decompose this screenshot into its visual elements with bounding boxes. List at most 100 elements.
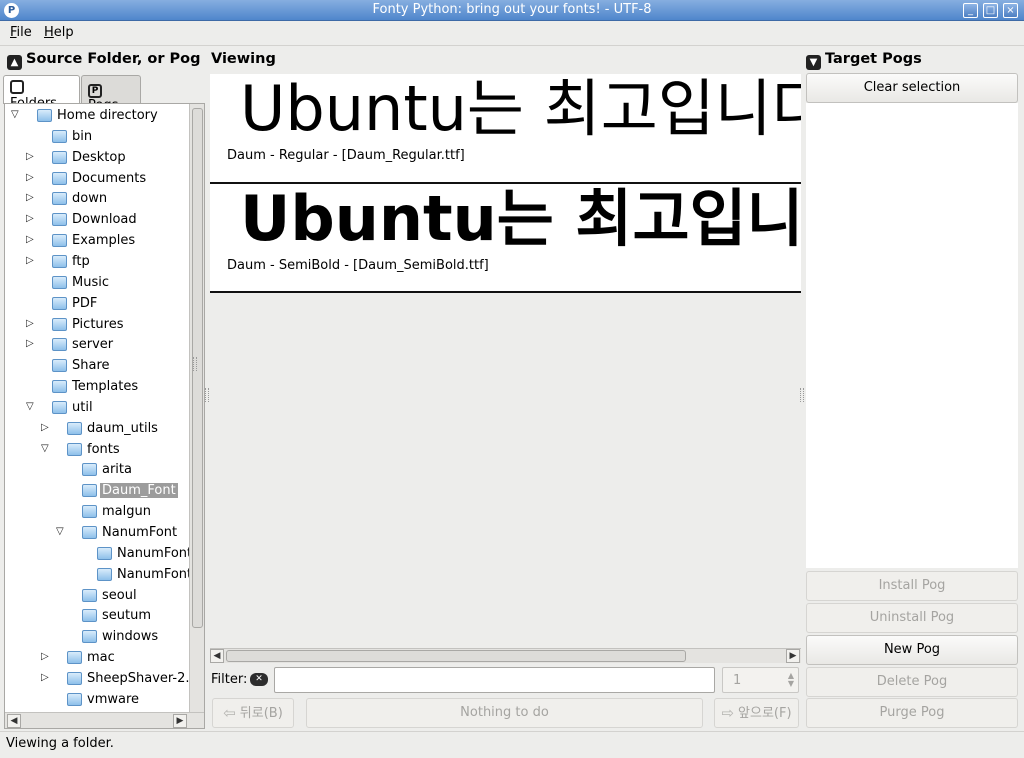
expanded-triangle-icon[interactable]: ▽: [56, 527, 66, 537]
collapsed-triangle-icon[interactable]: ▷: [26, 193, 36, 203]
tree-row[interactable]: ▷ Documents: [5, 169, 189, 189]
back-button[interactable]: ⇦ 뒤로(B): [212, 698, 294, 728]
collapsed-triangle-icon[interactable]: ▷: [41, 422, 51, 433]
page-spinner[interactable]: 1 ▲ ▼: [722, 667, 799, 693]
tree-item-label: NanumFont: [117, 566, 193, 582]
tree-row[interactable]: ▷ mac: [5, 648, 189, 668]
filter-label: Filter:: [211, 672, 248, 687]
folder-icon: [67, 651, 82, 665]
folder-icon: [67, 442, 82, 456]
tree-vertical-scrollbar[interactable]: [189, 104, 204, 712]
folder-icon: [82, 609, 97, 623]
tree-item-label: daum_utils: [87, 420, 158, 436]
tree-row[interactable]: windows: [5, 627, 189, 647]
tree-row[interactable]: ▷ daum_utils: [5, 419, 189, 439]
install-pog-button[interactable]: Install Pog: [806, 571, 1018, 601]
tree-row[interactable]: NanumFont: [5, 565, 192, 585]
tree-row[interactable]: bin: [5, 127, 189, 147]
menu-help[interactable]: Help: [44, 25, 74, 40]
status-button[interactable]: Nothing to do: [306, 698, 703, 728]
tree-row[interactable]: ▷ server: [5, 335, 189, 355]
tree-row[interactable]: seutum: [5, 606, 189, 626]
folder-icon: [97, 546, 112, 560]
pane-grip-icon[interactable]: [800, 388, 804, 402]
collapsed-triangle-icon[interactable]: ▷: [26, 214, 36, 224]
view-horizontal-scrollbar[interactable]: ◀ ▶: [210, 648, 801, 663]
collapsed-triangle-icon[interactable]: ▷: [26, 255, 36, 266]
font-view-area[interactable]: Ubuntu는 최고입니다 Daum - Regular - [Daum_Reg…: [210, 74, 801, 648]
scroll-right-icon[interactable]: ▶: [173, 714, 187, 728]
folder-tree[interactable]: ▽ Home directory bin ▷ Desktop ▷ Documents ▷ dow…: [4, 103, 205, 729]
collapsed-triangle-icon[interactable]: ▷: [41, 672, 51, 683]
target-pogs-list[interactable]: [806, 103, 1018, 568]
spin-arrows-icon[interactable]: ▲ ▼: [788, 672, 794, 688]
tree-row[interactable]: ▷ Download: [5, 210, 189, 230]
tree-item-label: NanumFont: [102, 525, 178, 540]
tree-row[interactable]: arita: [5, 460, 189, 480]
viewing-heading: Viewing: [211, 51, 276, 67]
view-horizontal-thumb[interactable]: [226, 650, 686, 662]
tree-row[interactable]: Music: [5, 273, 189, 293]
tree-row[interactable]: ▷ SheepShaver-2.3: [5, 669, 198, 689]
collapsed-triangle-icon[interactable]: ▷: [26, 339, 36, 349]
tree-row[interactable]: Daum_Font: [5, 481, 189, 501]
clear-selection-button[interactable]: Clear selection: [806, 73, 1018, 103]
expanded-triangle-icon[interactable]: ▽: [26, 401, 36, 412]
collapsed-triangle-icon[interactable]: ▷: [26, 318, 36, 329]
tree-row[interactable]: ▽ fonts: [5, 440, 189, 460]
font-name-label: Daum - Regular - [Daum_Regular.ttf]: [227, 148, 465, 163]
purge-pog-button[interactable]: Purge Pog: [806, 698, 1018, 728]
tree-row[interactable]: malgun: [5, 502, 189, 522]
menu-file[interactable]: File: [10, 25, 32, 40]
folder-icon: [52, 338, 67, 352]
tree-row[interactable]: Templates: [5, 377, 189, 397]
forward-button[interactable]: ⇨ 앞으로(F): [714, 698, 799, 728]
expanded-triangle-icon[interactable]: ▽: [41, 443, 51, 454]
tree-row[interactable]: ▽ NanumFont: [5, 523, 189, 543]
tree-item-label: NanumFont: [117, 545, 193, 561]
minimize-icon[interactable]: _: [963, 3, 978, 18]
folder-icon: [52, 275, 67, 289]
clear-filter-icon[interactable]: ✕: [250, 673, 268, 686]
folder-icon: [52, 296, 67, 310]
tree-item-label: Pictures: [72, 316, 124, 332]
tree-row[interactable]: ▽ Home directory: [5, 106, 189, 126]
delete-pog-button[interactable]: Delete Pog: [806, 667, 1018, 697]
pane-grip-icon[interactable]: [205, 388, 209, 402]
tree-item-label: PDF: [72, 295, 98, 311]
close-icon[interactable]: ×: [1003, 3, 1018, 18]
maximize-icon[interactable]: □: [983, 3, 998, 18]
tree-horizontal-scrollbar[interactable]: ◀ ▶: [5, 712, 204, 728]
tab-folders[interactable]: Folders: [3, 75, 80, 111]
collapsed-triangle-icon[interactable]: ▷: [26, 172, 36, 183]
pane-grip-icon[interactable]: [193, 357, 197, 371]
tree-row[interactable]: PDF: [5, 294, 189, 314]
scroll-left-icon[interactable]: ◀: [7, 714, 21, 728]
collapsed-triangle-icon[interactable]: ▷: [41, 652, 51, 662]
tree-row[interactable]: ▷ Pictures: [5, 315, 189, 335]
font-card[interactable]: Ubuntu는 최고입니다 Daum - Regular - [Daum_Reg…: [210, 74, 801, 184]
collapsed-triangle-icon[interactable]: ▷: [26, 235, 36, 245]
uninstall-pog-button[interactable]: Uninstall Pog: [806, 603, 1018, 633]
tree-row[interactable]: Share: [5, 356, 189, 376]
expanded-triangle-icon[interactable]: ▽: [11, 110, 21, 120]
tree-row[interactable]: seoul: [5, 586, 189, 606]
scroll-left-icon[interactable]: ◀: [210, 649, 224, 663]
folder-icon: [82, 588, 97, 602]
new-pog-button[interactable]: New Pog: [806, 635, 1018, 665]
tree-row[interactable]: NanumFont: [5, 544, 192, 564]
tree-row[interactable]: ▷ down: [5, 189, 189, 209]
font-card[interactable]: Ubuntu는 최고입니다 Daum - SemiBold - [Daum_Se…: [210, 184, 801, 293]
tab-pogs[interactable]: PPogs: [81, 75, 141, 113]
tree-row[interactable]: vmware: [5, 690, 189, 710]
tree-row[interactable]: ▽ util: [5, 398, 189, 418]
collapsed-triangle-icon[interactable]: ▷: [26, 151, 36, 162]
scroll-right-icon[interactable]: ▶: [786, 649, 800, 663]
folder-icon: [52, 317, 67, 331]
filter-input[interactable]: [274, 667, 715, 693]
folder-icon: [52, 129, 67, 143]
tree-row[interactable]: ▷ Desktop: [5, 148, 189, 168]
tree-row[interactable]: ▷ Examples: [5, 231, 189, 251]
tree-item-label: Share: [72, 358, 110, 374]
tree-row[interactable]: ▷ ftp: [5, 252, 189, 272]
